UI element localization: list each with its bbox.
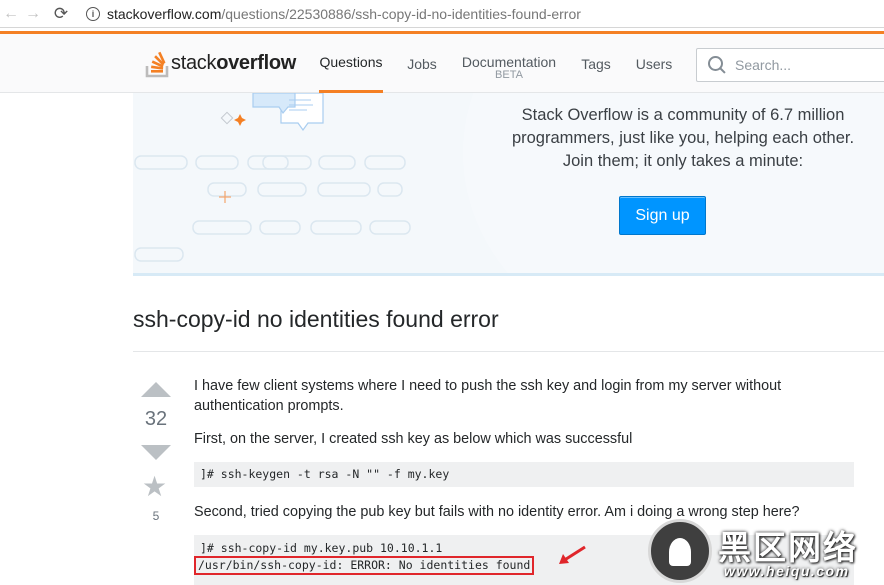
logo-wordmark: stackoverflow — [171, 52, 296, 75]
back-arrow-icon[interactable]: ← — [0, 3, 22, 25]
tab-questions-label: Questions — [319, 54, 383, 70]
browser-address-bar: ← → ⟳ i stackoverflow.com/questions/2253… — [0, 0, 884, 28]
error-highlight-box: /usr/bin/ssh-copy-id: ERROR: No identiti… — [194, 556, 535, 575]
url-path: /questions/22530886/ssh-copy-id-no-ident… — [221, 5, 581, 22]
post-paragraph-1: I have few client systems where I need t… — [194, 376, 814, 416]
stack-logo-icon — [145, 51, 169, 78]
tab-tags-label: Tags — [581, 55, 611, 72]
tab-tags[interactable]: Tags — [579, 34, 613, 93]
tab-users-label: Users — [635, 55, 673, 72]
beta-badge: BETA — [495, 69, 523, 81]
search-input[interactable] — [735, 57, 884, 73]
watermark: 黑区网络 www.heiqu.com — [648, 519, 884, 585]
url-host: stackoverflow.com — [107, 5, 222, 22]
watermark-url: www.heiqu.com — [724, 563, 850, 579]
favorite-count: 5 — [152, 509, 160, 523]
search-box[interactable] — [696, 48, 884, 82]
question-title[interactable]: ssh-copy-id no identities found error — [133, 306, 499, 333]
downvote-arrow-icon[interactable] — [141, 445, 171, 460]
watermark-title: 黑区网络 — [718, 529, 858, 566]
logo-text-light: stack — [171, 51, 217, 74]
forward-arrow-icon[interactable]: → — [22, 3, 44, 25]
upvote-arrow-icon[interactable] — [141, 382, 171, 397]
post-paragraph-1-line-1: I have few client systems where I need t… — [194, 378, 782, 394]
hero-line-1: Stack Overflow is a community of 6.7 mil… — [521, 106, 845, 124]
hero-message: Stack Overflow is a community of 6.7 mil… — [483, 104, 883, 173]
logo-text-bold: overflow — [216, 51, 297, 74]
watermark-logo-icon — [648, 519, 712, 583]
search-icon — [708, 56, 726, 74]
tab-questions[interactable]: Questions — [319, 34, 383, 93]
hero-line-3: Join them; it only takes a minute: — [562, 152, 804, 170]
url-field[interactable]: stackoverflow.com/questions/22530886/ssh… — [107, 6, 581, 22]
signup-banner: Stack Overflow is a community of 6.7 mil… — [133, 93, 884, 276]
signup-button[interactable]: Sign up — [619, 196, 706, 235]
hero-illustration — [134, 93, 411, 262]
post-paragraph-1-line-2: authentication prompts. — [194, 398, 344, 414]
tab-documentation[interactable]: Documentation BETA — [459, 34, 559, 93]
stackoverflow-logo[interactable]: stackoverflow — [145, 48, 296, 78]
red-arrow-icon — [559, 545, 586, 564]
reload-icon[interactable]: ⟳ — [50, 3, 72, 25]
site-header: stackoverflow Questions Jobs Documentati… — [0, 34, 884, 93]
code-line: ]# ssh-keygen -t rsa -N "" -f my.key — [200, 467, 450, 481]
tab-users[interactable]: Users — [633, 34, 675, 93]
site-info-icon[interactable]: i — [86, 6, 100, 21]
tab-jobs[interactable]: Jobs — [404, 34, 440, 93]
tab-jobs-label: Jobs — [407, 55, 437, 72]
code-block-1: ]# ssh-keygen -t rsa -N "" -f my.key — [194, 462, 854, 487]
title-divider — [133, 351, 884, 352]
favorite-star-icon[interactable]: ★ — [142, 473, 167, 501]
post-paragraph-2: First, on the server, I created ssh key … — [194, 431, 633, 447]
vote-count: 32 — [144, 408, 168, 430]
hero-line-2: programmers, just like you, helping each… — [511, 129, 855, 147]
tab-documentation-label: Documentation — [461, 54, 557, 70]
